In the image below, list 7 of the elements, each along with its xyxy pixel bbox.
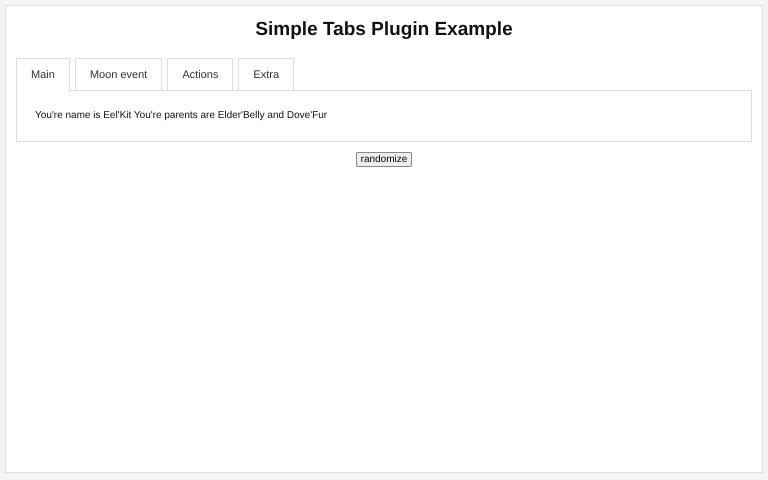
tab[interactable]: Actions: [167, 58, 234, 90]
tab[interactable]: Main: [16, 58, 70, 91]
tab[interactable]: Moon event: [74, 58, 162, 90]
randomize-button[interactable]: randomize: [356, 152, 412, 167]
page-title: Simple Tabs Plugin Example: [254, 18, 514, 42]
panel-text: You're name is Eel'Kit You're parents are Elder'Belly and Dove'Fur: [35, 110, 328, 121]
tab[interactable]: Extra: [238, 58, 294, 90]
